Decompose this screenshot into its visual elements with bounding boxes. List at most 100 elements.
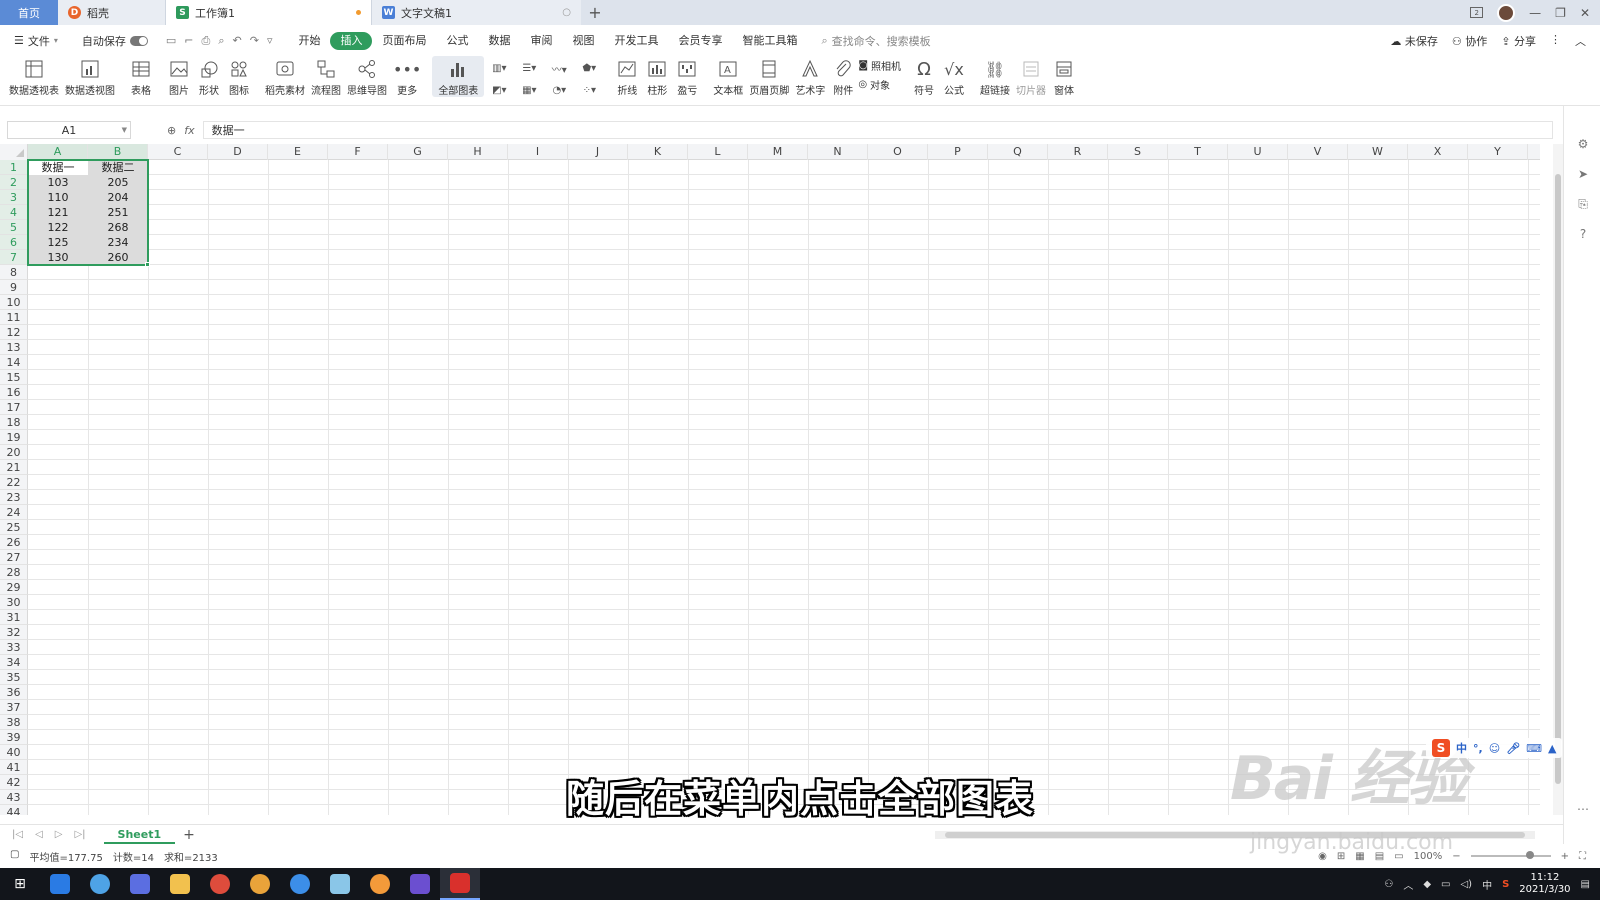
collapse-ribbon-icon[interactable]: ︿ (1575, 33, 1586, 49)
command-search[interactable]: ⌕ 查找命令、搜索模板 (821, 33, 930, 49)
more-button[interactable]: ••• 更多 (390, 56, 424, 98)
taskbar-app-notes[interactable] (320, 868, 360, 900)
taskbar-app-feather[interactable] (40, 868, 80, 900)
taskbar-app-explorer[interactable] (160, 868, 200, 900)
row-header[interactable]: 28 (0, 565, 28, 580)
row-header[interactable]: 11 (0, 310, 28, 325)
column-header-k[interactable]: K (628, 144, 688, 160)
radar-chart-icon[interactable]: ⬟▾ (574, 57, 604, 79)
volume-icon[interactable]: ◁) (1460, 879, 1472, 890)
row-header[interactable]: 21 (0, 460, 28, 475)
row-header[interactable]: 27 (0, 550, 28, 565)
column-header-b[interactable]: B (88, 144, 148, 160)
row-header[interactable]: 40 (0, 745, 28, 760)
tab-docer[interactable]: D 稻壳 (58, 0, 166, 25)
tab-developer[interactable]: 开发工具 (604, 32, 668, 50)
row-header[interactable]: 8 (0, 265, 28, 280)
taskbar-app-chrome[interactable] (200, 868, 240, 900)
tab-smart-tools[interactable]: 智能工具箱 (732, 32, 807, 50)
autosave-toggle[interactable]: 自动保存 (82, 33, 148, 49)
more-icon[interactable]: ⋮ (1550, 33, 1561, 49)
row-header[interactable]: 32 (0, 625, 28, 640)
people-icon[interactable]: ⚇ (1384, 879, 1393, 890)
taskbar-app-sogou[interactable] (80, 868, 120, 900)
save-icon[interactable]: ▭ (166, 34, 176, 48)
sheet-tab-sheet1[interactable]: Sheet1 (103, 825, 176, 844)
row-header[interactable]: 38 (0, 715, 28, 730)
select-all-corner[interactable] (0, 144, 28, 160)
property-icon[interactable]: ⚙ (1575, 136, 1591, 152)
zoom-in-icon[interactable]: + (1561, 851, 1569, 862)
tab-insert[interactable]: 插入 (330, 31, 373, 50)
status-average[interactable]: 平均值=177.75 (29, 849, 102, 864)
row-header[interactable]: 20 (0, 445, 28, 460)
symbol-button[interactable]: Ω 符号 (909, 56, 939, 98)
clock[interactable]: 11:12 2021/3/30 (1519, 872, 1570, 896)
column-header-f[interactable]: F (328, 144, 388, 160)
textbox-button[interactable]: A 文本框 (710, 56, 746, 97)
row-header[interactable]: 23 (0, 490, 28, 505)
taskbar-app-wps[interactable] (440, 868, 480, 900)
tab-formulas[interactable]: 公式 (436, 32, 478, 50)
column-header-w[interactable]: W (1348, 144, 1408, 160)
row-header[interactable]: 30 (0, 595, 28, 610)
row-header[interactable]: 26 (0, 535, 28, 550)
shape-button[interactable]: 形状 (194, 56, 224, 97)
multi-window-icon[interactable]: 2 (1470, 7, 1484, 18)
tab-review[interactable]: 审阅 (520, 32, 562, 50)
new-tab-button[interactable]: + (581, 0, 609, 25)
fullscreen-icon[interactable]: ⛶ (1579, 851, 1586, 862)
pivot-chart-button[interactable]: 数据透视图 (62, 56, 118, 97)
column-header-j[interactable]: J (568, 144, 628, 160)
row-header[interactable]: 3 (0, 190, 28, 205)
column-chart-icon[interactable]: ▥▾ (484, 57, 514, 79)
taskbar-app-cube[interactable] (120, 868, 160, 900)
column-header-u[interactable]: U (1228, 144, 1288, 160)
row-header[interactable]: 18 (0, 415, 28, 430)
attachment-button[interactable]: 附件 (828, 56, 858, 97)
slicer-button[interactable]: 切片器 (1013, 56, 1049, 97)
keyboard-icon[interactable]: ⌨ (1526, 742, 1542, 755)
autosave-switch[interactable] (129, 35, 148, 46)
column-header-a[interactable]: A (28, 144, 88, 160)
close-tab-icon[interactable]: ○ (562, 7, 571, 18)
unsaved-button[interactable]: ☁ 未保存 (1390, 33, 1438, 49)
zoom-out-icon[interactable]: − (1452, 851, 1460, 862)
mindmap-button[interactable]: 思维导图 (344, 56, 390, 97)
row-header[interactable]: 25 (0, 520, 28, 535)
row-header[interactable]: 37 (0, 700, 28, 715)
tab-member[interactable]: 会员专享 (668, 32, 732, 50)
name-box[interactable]: A1 ▼ (7, 121, 131, 139)
row-header[interactable]: 31 (0, 610, 28, 625)
collaborate-button[interactable]: ⚇ 协作 (1452, 33, 1487, 49)
column-header-y[interactable]: Y (1468, 144, 1528, 160)
row-header[interactable]: 33 (0, 640, 28, 655)
column-header-r[interactable]: R (1048, 144, 1108, 160)
row-header[interactable]: 14 (0, 355, 28, 370)
avatar[interactable] (1497, 3, 1516, 22)
mic-icon[interactable]: 🎤︎ (1506, 742, 1520, 755)
backup-icon[interactable]: ⎘ (1575, 196, 1591, 212)
formula-input[interactable]: 数据一 (202, 121, 1553, 139)
hyperlink-button[interactable]: ⛓ 超链接 (977, 56, 1013, 98)
punctuation-icon[interactable]: °, (1473, 742, 1483, 755)
column-header-v[interactable]: V (1288, 144, 1348, 160)
redo-icon[interactable]: ↷ (250, 34, 259, 48)
row-header[interactable]: 36 (0, 685, 28, 700)
table-button[interactable]: 表格 (126, 56, 156, 97)
column-header-p[interactable]: P (928, 144, 988, 160)
taskbar-app-chrome2[interactable] (240, 868, 280, 900)
column-header-s[interactable]: S (1108, 144, 1168, 160)
function-icon[interactable]: fx (184, 124, 194, 137)
select-pointer-icon[interactable]: ➤ (1575, 166, 1591, 182)
column-header-l[interactable]: L (688, 144, 748, 160)
row-header[interactable]: 22 (0, 475, 28, 490)
column-header-g[interactable]: G (388, 144, 448, 160)
customize-icon[interactable]: ▿ (267, 34, 273, 48)
equation-button[interactable]: √x 公式 (939, 56, 969, 98)
all-charts-button[interactable]: 全部图表 (432, 56, 485, 97)
line-chart-icon[interactable]: 〰▾ (544, 57, 574, 79)
row-header[interactable]: 29 (0, 580, 28, 595)
vertical-scrollbar[interactable] (1553, 144, 1563, 815)
vertical-scroll-thumb[interactable] (1555, 174, 1561, 784)
